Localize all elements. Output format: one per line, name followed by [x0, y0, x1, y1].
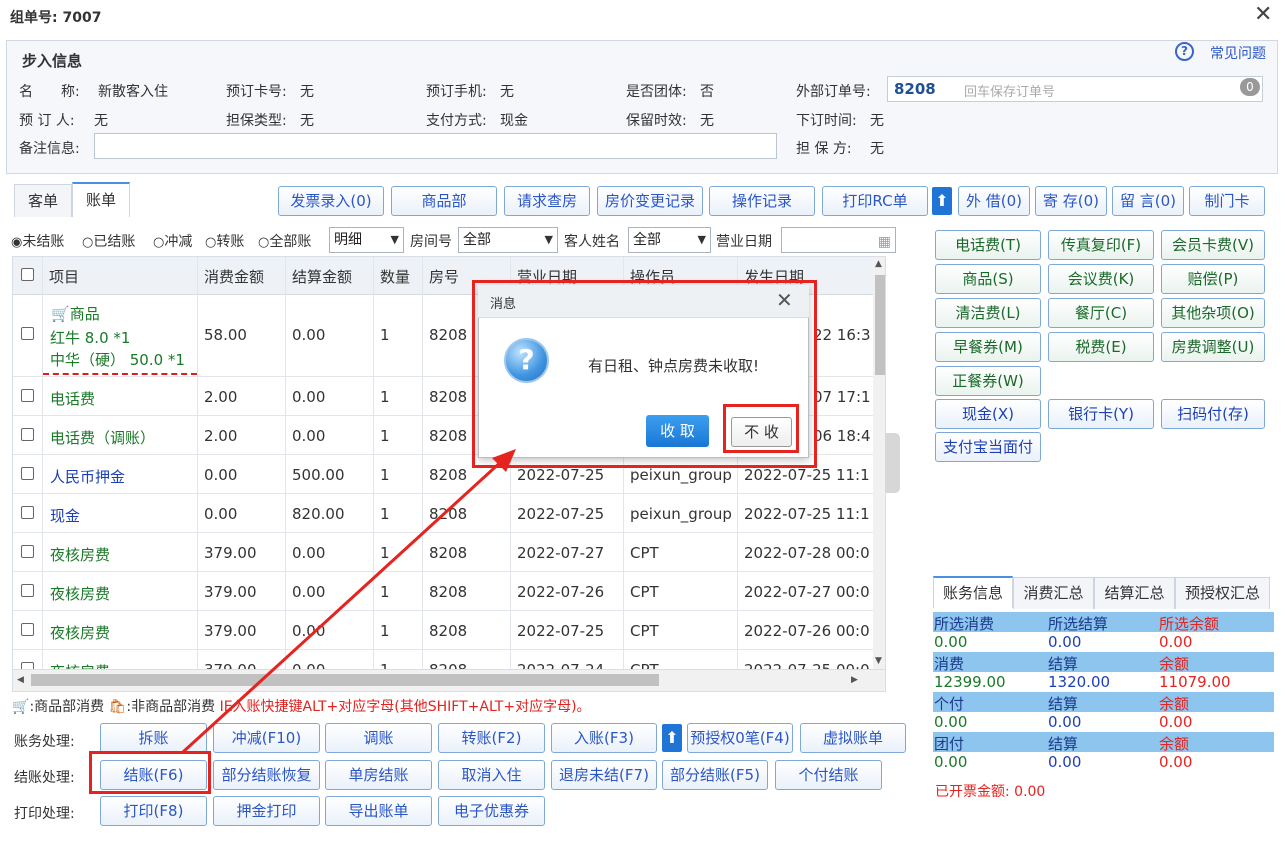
arrow-line	[181, 458, 505, 754]
annotation-arrow	[181, 449, 516, 754]
